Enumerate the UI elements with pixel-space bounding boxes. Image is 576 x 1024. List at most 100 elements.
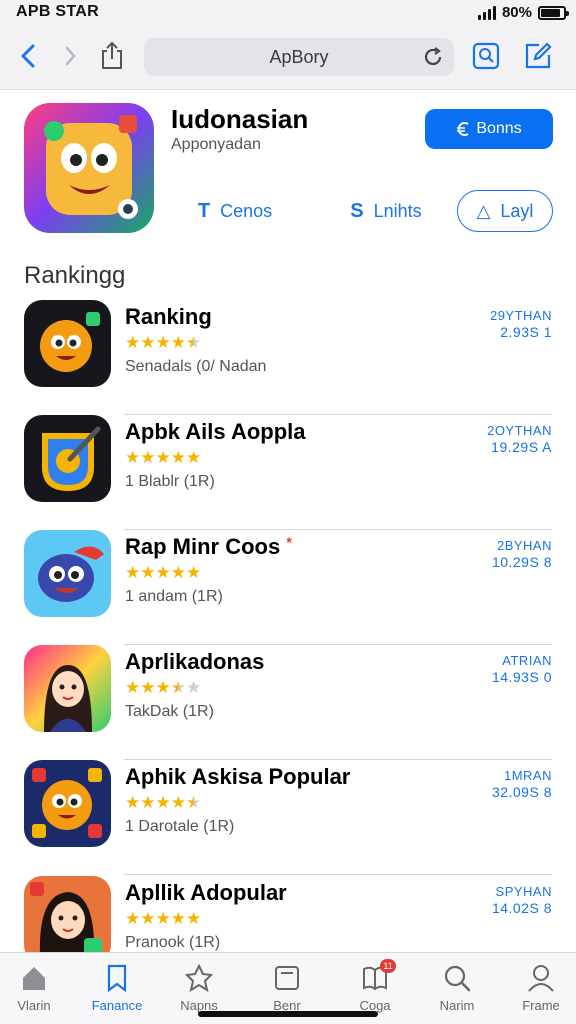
reload-icon	[424, 47, 442, 66]
apps-icon	[184, 963, 214, 993]
search-icon	[444, 965, 471, 992]
app-stat-value: 14.93S 0	[491, 669, 552, 685]
list-item[interactable]: Aphik Askisa Popular ★★★★★ 1 Darotale (1…	[24, 760, 552, 875]
app-icon	[24, 645, 111, 732]
star-icon: ★	[140, 793, 156, 812]
star-icon: ★	[186, 563, 202, 582]
app-stat-value: 19.29S A	[491, 439, 552, 455]
app-icon	[24, 415, 111, 502]
action-3-glyph: △	[476, 200, 491, 221]
home-indicator	[198, 1011, 378, 1017]
list-item[interactable]: Aprlikadonas ★★★★★ TakDak (1R) ATRIAN 14…	[24, 645, 552, 760]
bookmark-icon	[107, 964, 127, 993]
forward-button[interactable]	[54, 38, 86, 74]
star-icon: ★	[140, 333, 156, 352]
star-rating: ★★★★★	[125, 909, 201, 929]
app-stat-label: 29YTHAN	[489, 308, 552, 323]
get-button-label: Bonns	[476, 120, 522, 137]
compose-button[interactable]	[522, 38, 554, 74]
app-meta: Pranook (1R)	[125, 934, 221, 951]
tab-profile[interactable]: Frame	[500, 963, 576, 1019]
divider	[124, 874, 552, 875]
star-icon: ★	[140, 909, 156, 928]
app-name-text: Rap Minr Coos	[125, 534, 281, 559]
app-stat-value: 32.09S 8	[491, 784, 552, 800]
app-meta: TakDak (1R)	[125, 703, 214, 720]
star-icon: ★	[140, 448, 156, 467]
star-icon: ★	[155, 333, 171, 352]
app-name: Apbk Ails Aoppla	[125, 419, 306, 444]
star-icon: ★	[140, 563, 156, 582]
app-stat-label: 2OYTHAN	[487, 423, 552, 438]
star-icon: ★	[170, 909, 186, 928]
battery-text: 80%	[501, 4, 532, 21]
sparkle-icon: *	[286, 534, 292, 550]
app-stat-label: 1MRAN	[503, 768, 552, 783]
tabs-button[interactable]	[470, 38, 502, 74]
compose-icon	[525, 42, 552, 69]
action-3[interactable]: △ Layl	[457, 190, 553, 232]
star-icon: ★	[186, 793, 202, 812]
star-icon: ★	[170, 678, 186, 697]
star-icon: ★	[125, 678, 141, 697]
get-button[interactable]: Bonns	[425, 109, 553, 149]
star-icon: ★	[125, 333, 141, 352]
app-stat-label: SPYHAN	[495, 884, 552, 899]
star-rating: ★★★★★	[125, 793, 201, 813]
tab-search[interactable]: Narim	[416, 963, 498, 1019]
star-icon: ★	[125, 448, 141, 467]
search-tab-icon	[472, 42, 500, 70]
star-icon: ★	[186, 909, 202, 928]
app-icon	[24, 876, 111, 963]
star-rating: ★★★★★	[125, 678, 201, 698]
tab-finance[interactable]: Fanance	[76, 963, 158, 1019]
star-icon: ★	[170, 448, 186, 467]
star-rating: ★★★★★	[125, 448, 201, 468]
chevron-left-icon	[21, 44, 35, 68]
star-icon: ★	[186, 448, 202, 467]
app-stat-value: 14.02S 8	[491, 900, 552, 916]
app-meta: 1 Blablr (1R)	[125, 473, 215, 490]
app-meta: 1 andam (1R)	[125, 588, 223, 605]
star-rating: ★★★★★	[125, 333, 201, 353]
action-2-glyph: S	[350, 199, 364, 222]
list-item[interactable]: Ranking ★★★★★ Senadals (0/ Nadan 29YTHAN…	[24, 300, 552, 415]
app-name: Rap Minr Coos *	[125, 534, 292, 560]
url-text: ApBory	[269, 47, 329, 67]
profile-icon	[528, 965, 554, 992]
app-meta: 1 Darotale (1R)	[125, 818, 235, 835]
app-meta: Senadals (0/ Nadan	[125, 358, 267, 375]
app-icon[interactable]	[24, 103, 154, 233]
browser-toolbar: ApBory	[0, 26, 576, 90]
list-item[interactable]: Apbk Ails Aoppla ★★★★★ 1 Blablr (1R) 2OY…	[24, 415, 552, 530]
action-1[interactable]: T Cenos	[170, 190, 300, 232]
app-name: Apllik Adopular	[125, 880, 287, 905]
address-bar[interactable]: ApBory	[144, 38, 454, 76]
list-item[interactable]: Rap Minr Coos * ★★★★★ 1 andam (1R) 2BYHA…	[24, 530, 552, 645]
tab-label: Frame	[522, 998, 560, 1013]
star-icon: ★	[155, 678, 171, 697]
star-rating: ★★★★★	[125, 563, 201, 583]
chevron-right-icon	[65, 46, 76, 66]
euro-icon	[457, 122, 469, 136]
star-icon: ★	[155, 909, 171, 928]
action-2[interactable]: S Lnihts	[322, 190, 450, 232]
app-stat-value: 10.29S 8	[491, 554, 552, 570]
reload-button[interactable]	[422, 46, 444, 73]
action-3-label: Layl	[500, 200, 534, 221]
star-icon: ★	[170, 793, 186, 812]
news-icon	[275, 966, 299, 990]
tab-home[interactable]: Vlarin	[0, 963, 75, 1019]
tab-label: Narim	[439, 998, 475, 1013]
home-icon	[23, 967, 45, 990]
app-icon	[24, 530, 111, 617]
share-button[interactable]	[96, 38, 128, 74]
action-2-label: Lnihts	[373, 200, 422, 221]
star-icon: ★	[155, 448, 171, 467]
section-title: Rankingg	[24, 262, 126, 289]
app-stat-label: 2BYHAN	[496, 538, 552, 553]
tab-label: Vlarin	[17, 998, 51, 1013]
status-bar: APB STAR 80%	[0, 0, 576, 26]
back-button[interactable]	[12, 38, 44, 74]
star-icon: ★	[155, 563, 171, 582]
